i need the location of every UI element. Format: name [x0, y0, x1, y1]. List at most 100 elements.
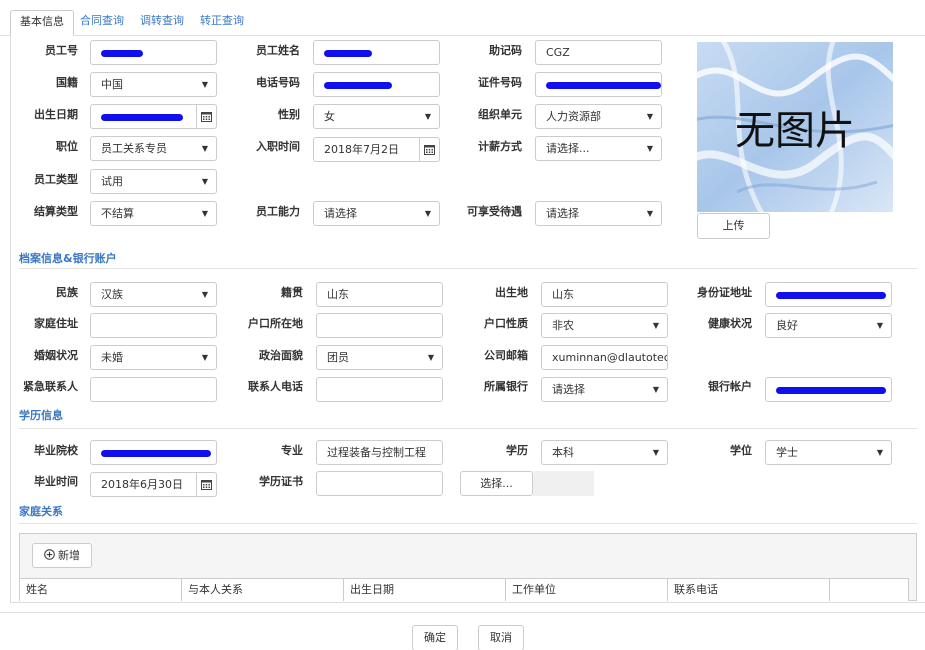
mnemonic-input[interactable]: CGZ	[535, 40, 662, 65]
graduation-date-input[interactable]: 2018年6月30日	[90, 472, 217, 497]
dropdown-arrow-icon: ▼	[424, 112, 431, 121]
col-extra	[830, 578, 909, 601]
col-contact-phone[interactable]: 联系电话	[668, 578, 830, 601]
file-name-display	[533, 471, 594, 496]
emp-no-input[interactable]	[90, 40, 217, 65]
dropdown-arrow-icon: ▼	[652, 321, 659, 330]
upload-button[interactable]: 上传	[697, 213, 770, 239]
calendar-icon[interactable]	[196, 473, 216, 496]
ethnic-label: 民族	[56, 286, 78, 299]
tab-regularization-query[interactable]: 转正查询	[191, 10, 253, 36]
nationality-select[interactable]: 中国 ▼	[90, 72, 217, 97]
redaction-mark	[101, 449, 211, 457]
tab-basic-info[interactable]: 基本信息	[10, 10, 74, 36]
choose-file-button[interactable]: 选择...	[460, 471, 533, 496]
political-select[interactable]: 团员 ▼	[316, 345, 443, 370]
native-input[interactable]: 山东	[316, 282, 443, 307]
id-no-label: 证件号码	[478, 76, 522, 89]
birth-label: 出生日期	[34, 108, 78, 121]
section-divider	[19, 523, 917, 524]
dropdown-arrow-icon: ▼	[876, 448, 883, 457]
school-label: 毕业院校	[34, 444, 78, 457]
col-birth-date[interactable]: 出生日期	[344, 578, 506, 601]
major-label: 专业	[281, 444, 303, 457]
benefit-value: 请选择	[546, 207, 579, 220]
section-divider	[19, 268, 917, 269]
ability-label: 员工能力	[256, 205, 300, 218]
calendar-icon[interactable]	[196, 105, 216, 128]
contact-phone-input[interactable]	[316, 377, 443, 402]
hukou-type-select[interactable]: 非农 ▼	[541, 313, 668, 338]
emergency-contact-input[interactable]	[90, 377, 217, 402]
gender-value: 女	[324, 110, 335, 123]
col-name[interactable]: 姓名	[20, 578, 182, 601]
calendar-icon[interactable]	[419, 138, 439, 161]
hukou-type-label: 户口性质	[484, 317, 528, 330]
hukou-location-label: 户口所在地	[248, 317, 303, 330]
family-grid: 新增 姓名 与本人关系 出生日期 工作单位 联系电话	[19, 533, 917, 601]
hukou-location-input[interactable]	[316, 313, 443, 338]
salary-select[interactable]: 请选择... ▼	[535, 136, 662, 161]
add-family-button[interactable]: 新增	[32, 543, 92, 568]
birthplace-label: 出生地	[495, 286, 528, 299]
position-select[interactable]: 员工关系专员 ▼	[90, 136, 217, 161]
tab-contract-query[interactable]: 合同查询	[71, 10, 133, 36]
ability-select[interactable]: 请选择 ▼	[313, 201, 440, 226]
ok-button[interactable]: 确定	[412, 625, 458, 650]
tab-transfer-query[interactable]: 调转查询	[131, 10, 193, 36]
tab-bar: 基本信息 合同查询 调转查询 转正查询	[0, 0, 925, 36]
phone-input[interactable]	[313, 72, 440, 97]
redaction-mark	[776, 386, 886, 394]
degree-value: 学士	[776, 446, 798, 459]
school-input[interactable]	[90, 440, 217, 465]
bank-select[interactable]: 请选择 ▼	[541, 377, 668, 402]
plus-circle-icon	[44, 545, 55, 568]
health-select[interactable]: 良好 ▼	[765, 313, 892, 338]
redaction-mark	[101, 49, 143, 57]
gender-select[interactable]: 女 ▼	[313, 104, 440, 129]
salary-value: 请选择...	[546, 142, 590, 155]
id-address-input[interactable]	[765, 282, 892, 307]
benefit-label: 可享受待遇	[467, 205, 522, 218]
col-employer[interactable]: 工作单位	[506, 578, 668, 601]
political-value: 团员	[327, 351, 349, 364]
dropdown-arrow-icon: ▼	[201, 177, 208, 186]
id-address-label: 身份证地址	[697, 286, 752, 299]
dropdown-arrow-icon: ▼	[652, 385, 659, 394]
home-input[interactable]	[90, 313, 217, 338]
emp-name-input[interactable]	[313, 40, 440, 65]
certificate-input[interactable]	[316, 471, 443, 496]
org-label: 组织单元	[478, 108, 522, 121]
birth-date-input[interactable]	[90, 104, 217, 129]
dialog-footer: 确定 取消	[0, 612, 925, 650]
emp-type-label: 员工类型	[34, 173, 78, 186]
native-label: 籍贯	[281, 286, 303, 299]
birthplace-input[interactable]: 山东	[541, 282, 668, 307]
col-relation[interactable]: 与本人关系	[182, 578, 344, 601]
education-level-select[interactable]: 本科 ▼	[541, 440, 668, 465]
emp-type-select[interactable]: 试用 ▼	[90, 169, 217, 194]
major-input[interactable]: 过程装备与控制工程	[316, 440, 443, 465]
bank-account-input[interactable]	[765, 377, 892, 402]
no-photo-text: 无图片	[735, 108, 855, 154]
degree-select[interactable]: 学士 ▼	[765, 440, 892, 465]
org-select[interactable]: 人力资源部 ▼	[535, 104, 662, 129]
cancel-button[interactable]: 取消	[478, 625, 524, 650]
degree-label: 学位	[730, 444, 752, 457]
id-no-input[interactable]	[535, 72, 662, 97]
ethnic-select[interactable]: 汉族 ▼	[90, 282, 217, 307]
salary-label: 计薪方式	[478, 140, 522, 153]
email-input[interactable]: xuminnan@dlautotech.c	[541, 345, 668, 370]
graduation-date-label: 毕业时间	[34, 475, 78, 488]
home-label: 家庭住址	[34, 317, 78, 330]
benefit-select[interactable]: 请选择 ▼	[535, 201, 662, 226]
settle-select[interactable]: 不结算 ▼	[90, 201, 217, 226]
hire-date-value: 2018年7月2日	[324, 143, 399, 156]
dropdown-arrow-icon: ▼	[201, 353, 208, 362]
employee-photo: 无图片	[697, 42, 893, 212]
marital-select[interactable]: 未婚 ▼	[90, 345, 217, 370]
hire-date-input[interactable]: 2018年7月2日	[313, 137, 440, 162]
graduation-date-value: 2018年6月30日	[101, 478, 183, 491]
hukou-type-value: 非农	[552, 319, 574, 332]
section-divider	[19, 428, 917, 429]
